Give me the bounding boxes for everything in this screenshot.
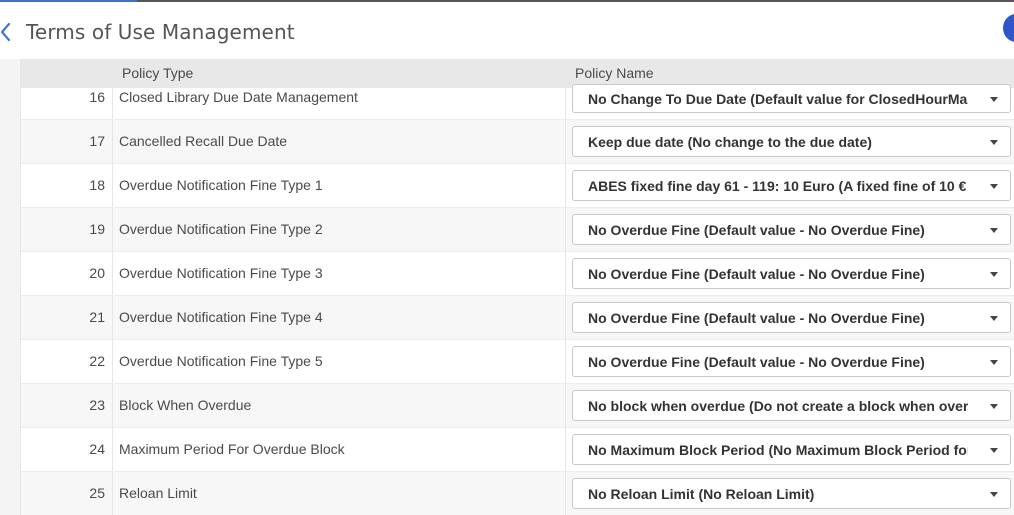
column-divider bbox=[112, 340, 113, 383]
table-body: 16 Closed Library Due Date Management No… bbox=[21, 84, 1014, 515]
select-value: No block when overdue (Do not create a b… bbox=[588, 398, 968, 414]
table-row: 17 Cancelled Recall Due Date Keep due da… bbox=[21, 120, 1014, 164]
caret-down-icon bbox=[990, 97, 998, 102]
caret-down-icon bbox=[990, 360, 998, 365]
table-row: 19 Overdue Notification Fine Type 2 No O… bbox=[21, 208, 1014, 252]
policy-name-select[interactable]: Keep due date (No change to the due date… bbox=[572, 126, 1011, 157]
table-row: 24 Maximum Period For Overdue Block No M… bbox=[21, 428, 1014, 472]
table-row: 21 Overdue Notification Fine Type 4 No O… bbox=[21, 296, 1014, 340]
select-value: No Overdue Fine (Default value - No Over… bbox=[588, 266, 925, 282]
table-row: 23 Block When Overdue No block when over… bbox=[21, 384, 1014, 428]
policy-type-label: Closed Library Due Date Management bbox=[119, 89, 358, 105]
table-row: 20 Overdue Notification Fine Type 3 No O… bbox=[21, 252, 1014, 296]
column-divider bbox=[112, 428, 113, 471]
column-divider bbox=[112, 472, 113, 515]
loading-accent-bar bbox=[0, 0, 137, 2]
row-number: 19 bbox=[89, 221, 105, 237]
column-divider bbox=[112, 208, 113, 251]
policy-type-label: Overdue Notification Fine Type 4 bbox=[119, 309, 323, 325]
column-divider bbox=[565, 252, 566, 295]
policy-type-label: Maximum Period For Overdue Block bbox=[119, 441, 345, 457]
column-divider bbox=[565, 340, 566, 383]
table-row: 16 Closed Library Due Date Management No… bbox=[21, 84, 1014, 120]
row-number: 20 bbox=[89, 265, 105, 281]
select-value: No Overdue Fine (Default value - No Over… bbox=[588, 354, 925, 370]
policy-type-label: Cancelled Recall Due Date bbox=[119, 133, 288, 149]
caret-down-icon bbox=[990, 492, 998, 497]
row-number: 22 bbox=[89, 353, 105, 369]
caret-down-icon bbox=[990, 228, 998, 233]
row-number: 21 bbox=[89, 309, 105, 325]
caret-down-icon bbox=[990, 316, 998, 321]
row-number: 24 bbox=[89, 441, 105, 457]
column-divider bbox=[565, 472, 566, 515]
select-value: No Overdue Fine (Default value - No Over… bbox=[588, 310, 925, 326]
column-divider bbox=[565, 208, 566, 251]
column-header-policy-name[interactable]: Policy Name bbox=[575, 65, 654, 81]
top-header: Terms of Use Management bbox=[0, 0, 1014, 59]
page: Terms of Use Management Policy Type Poli… bbox=[0, 0, 1014, 515]
table-row: 25 Reloan Limit No Reloan Limit (No Relo… bbox=[21, 472, 1014, 515]
column-divider bbox=[565, 384, 566, 427]
policy-type-label: Overdue Notification Fine Type 5 bbox=[119, 353, 323, 369]
caret-down-icon bbox=[990, 404, 998, 409]
policy-name-select[interactable]: No Overdue Fine (Default value - No Over… bbox=[572, 346, 1011, 377]
avatar[interactable] bbox=[1003, 14, 1014, 42]
policy-name-select[interactable]: No Change To Due Date (Default value for… bbox=[572, 84, 1011, 113]
policy-type-label: Overdue Notification Fine Type 2 bbox=[119, 221, 323, 237]
caret-down-icon bbox=[990, 448, 998, 453]
policy-type-label: Overdue Notification Fine Type 1 bbox=[119, 177, 323, 193]
caret-down-icon bbox=[990, 140, 998, 145]
column-divider bbox=[112, 296, 113, 339]
back-button[interactable] bbox=[0, 20, 14, 44]
table-row: 22 Overdue Notification Fine Type 5 No O… bbox=[21, 340, 1014, 384]
policy-table: Policy Type Policy Name 16 Closed Librar… bbox=[20, 59, 1014, 515]
column-divider bbox=[112, 164, 113, 207]
row-number: 25 bbox=[89, 485, 105, 501]
select-value: No Reloan Limit (No Reloan Limit) bbox=[588, 486, 815, 502]
caret-down-icon bbox=[990, 272, 998, 277]
column-header-policy-type[interactable]: Policy Type bbox=[122, 65, 193, 81]
select-value: No Change To Due Date (Default value for… bbox=[588, 91, 968, 107]
column-divider bbox=[565, 296, 566, 339]
column-divider bbox=[112, 120, 113, 163]
chevron-left-icon bbox=[0, 22, 11, 42]
row-number: 18 bbox=[89, 177, 105, 193]
left-gutter bbox=[0, 59, 20, 515]
select-value: No Overdue Fine (Default value - No Over… bbox=[588, 222, 925, 238]
policy-name-select[interactable]: No Overdue Fine (Default value - No Over… bbox=[572, 302, 1011, 333]
policy-name-select[interactable]: ABES fixed fine day 61 - 119: 10 Euro (A… bbox=[572, 170, 1011, 201]
select-value: ABES fixed fine day 61 - 119: 10 Euro (A… bbox=[588, 178, 968, 194]
table-row: 18 Overdue Notification Fine Type 1 ABES… bbox=[21, 164, 1014, 208]
policy-name-select[interactable]: No Overdue Fine (Default value - No Over… bbox=[572, 214, 1011, 245]
policy-type-label: Reloan Limit bbox=[119, 485, 197, 501]
select-value: No Maximum Block Period (No Maximum Bloc… bbox=[588, 442, 968, 458]
policy-name-select[interactable]: No Maximum Block Period (No Maximum Bloc… bbox=[572, 434, 1011, 465]
page-title: Terms of Use Management bbox=[26, 20, 295, 44]
policy-name-select[interactable]: No Overdue Fine (Default value - No Over… bbox=[572, 258, 1011, 289]
policy-name-select[interactable]: No Reloan Limit (No Reloan Limit) bbox=[572, 478, 1011, 509]
row-number: 16 bbox=[89, 89, 105, 105]
policy-type-label: Block When Overdue bbox=[119, 397, 252, 413]
row-number: 23 bbox=[89, 397, 105, 413]
column-divider bbox=[565, 428, 566, 471]
policy-type-label: Overdue Notification Fine Type 3 bbox=[119, 265, 323, 281]
column-divider bbox=[565, 120, 566, 163]
select-value: Keep due date (No change to the due date… bbox=[588, 134, 872, 150]
column-divider bbox=[565, 88, 566, 119]
column-divider bbox=[112, 88, 113, 119]
column-divider bbox=[565, 164, 566, 207]
row-number: 17 bbox=[89, 133, 105, 149]
policy-name-select[interactable]: No block when overdue (Do not create a b… bbox=[572, 390, 1011, 421]
caret-down-icon bbox=[990, 184, 998, 189]
column-divider bbox=[112, 384, 113, 427]
column-divider bbox=[112, 252, 113, 295]
